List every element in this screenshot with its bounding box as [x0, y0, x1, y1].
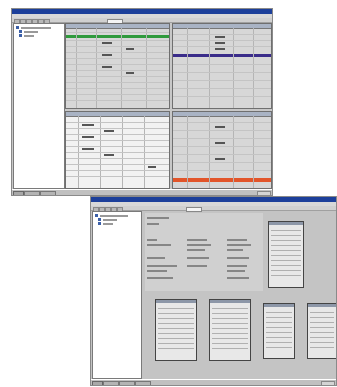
window-header[interactable]: [210, 300, 250, 303]
start-button[interactable]: [13, 191, 24, 195]
data-panel[interactable]: [172, 23, 272, 109]
panel-header: [66, 24, 169, 29]
task-item[interactable]: [40, 191, 56, 195]
tree-node[interactable]: [98, 218, 117, 221]
data-panel[interactable]: [65, 111, 170, 189]
tree-node[interactable]: [95, 214, 128, 217]
table-window[interactable]: [263, 303, 295, 359]
system-tray: [321, 381, 335, 385]
table-icon: [19, 34, 22, 37]
window-header[interactable]: [156, 300, 196, 303]
start-button[interactable]: [92, 381, 103, 385]
tree-view[interactable]: [92, 211, 142, 379]
table-window[interactable]: [307, 303, 336, 359]
table-icon: [98, 222, 101, 225]
folder-icon: [95, 214, 98, 217]
tree-node[interactable]: [16, 26, 51, 29]
table-window[interactable]: [155, 299, 197, 361]
tree-node[interactable]: [19, 34, 34, 37]
window-header[interactable]: [308, 304, 336, 307]
tree-node[interactable]: [19, 30, 38, 33]
table-icon: [98, 218, 101, 221]
top-screenshot: [11, 8, 273, 196]
data-panel[interactable]: [65, 23, 170, 109]
table-window[interactable]: [209, 299, 251, 361]
folder-icon: [16, 26, 19, 29]
panel-header: [66, 112, 169, 117]
window-header[interactable]: [269, 222, 303, 225]
toolbar-button[interactable]: [186, 206, 202, 212]
task-item[interactable]: [103, 381, 119, 385]
highlight-row[interactable]: [66, 35, 169, 38]
taskbar: [91, 379, 336, 385]
task-item[interactable]: [135, 381, 151, 385]
task-item[interactable]: [119, 381, 135, 385]
table-window[interactable]: [268, 221, 304, 288]
window-header[interactable]: [264, 304, 294, 307]
bottom-screenshot: [90, 196, 337, 386]
properties-panel: [145, 213, 263, 291]
data-panel[interactable]: [172, 111, 272, 189]
tree-node[interactable]: [98, 222, 113, 225]
tree-view[interactable]: [13, 23, 65, 189]
taskbar: [12, 189, 272, 195]
table-icon: [19, 30, 22, 33]
task-item[interactable]: [24, 191, 40, 195]
